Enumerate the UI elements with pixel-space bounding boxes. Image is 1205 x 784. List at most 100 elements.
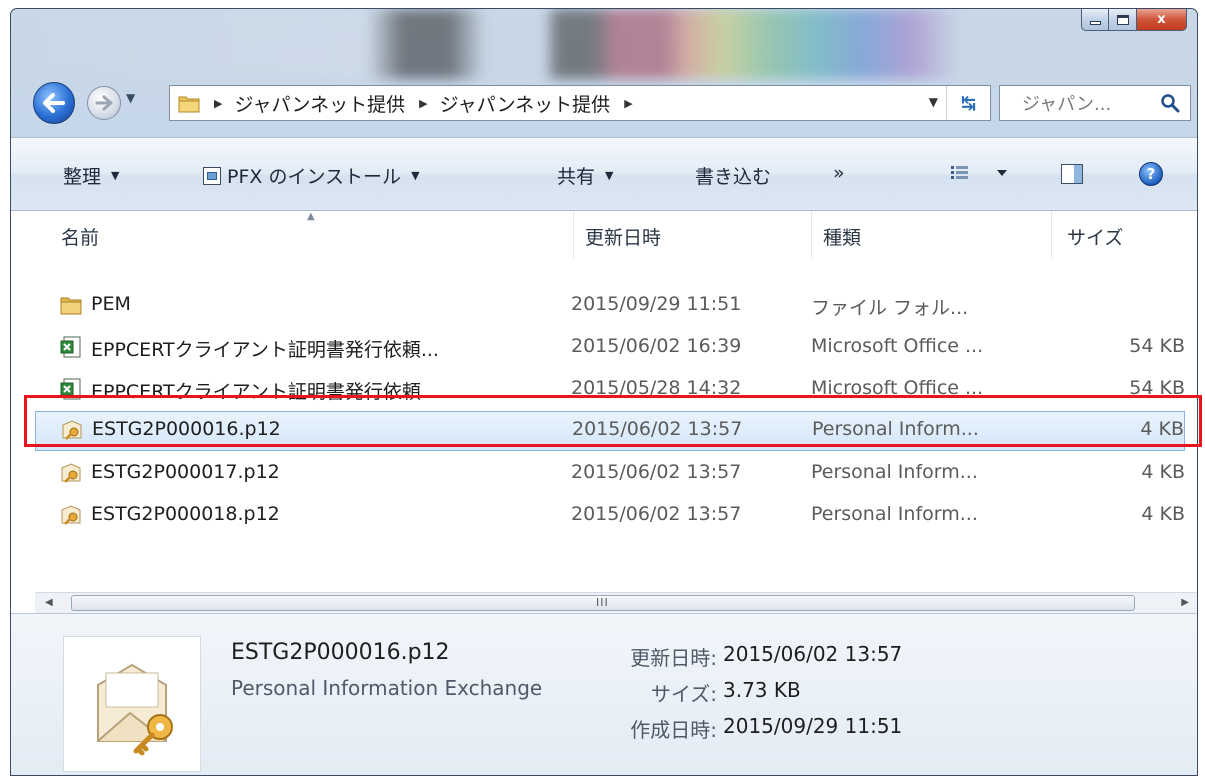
- search-placeholder: ジャパン...: [1022, 94, 1112, 115]
- folder-icon: [60, 297, 82, 315]
- certificate-icon: [61, 463, 81, 483]
- close-icon: x: [1157, 12, 1166, 27]
- share-button[interactable]: 共有 ▼: [557, 162, 613, 189]
- maximize-button[interactable]: [1109, 9, 1137, 31]
- file-type: Microsoft Office ...: [811, 377, 984, 399]
- file-name: EPPCERTクライアント証明書発行依頼...: [91, 381, 439, 403]
- excel-icon: [60, 336, 81, 358]
- chevron-down-icon: ▼: [111, 169, 120, 182]
- scroll-left-arrow-icon[interactable]: ◀: [45, 597, 53, 608]
- column-divider[interactable]: [573, 211, 574, 259]
- breadcrumb-separator[interactable]: ▶: [624, 97, 632, 110]
- burn-button[interactable]: 書き込む: [695, 162, 771, 189]
- file-modified: 2015/06/02 13:57: [571, 503, 742, 525]
- file-size: 4 KB: [1141, 461, 1185, 483]
- column-header-type[interactable]: 種類: [823, 223, 861, 250]
- search-icon[interactable]: [1160, 93, 1180, 113]
- list-item[interactable]: ESTG2P000018.p12 2015/06/02 13:57 Person…: [35, 497, 1185, 535]
- navigation-bar: ▼ ▶ ジャパンネット提供 ▶ ジャパンネット提供 ▶ ▼ ↹ ジャパン...: [11, 75, 1197, 124]
- refresh-icon: ↹: [960, 92, 977, 114]
- file-name: EPPCERTクライアント証明書発行依頼...: [91, 339, 439, 361]
- search-input[interactable]: ジャパン...: [999, 85, 1191, 121]
- horizontal-scrollbar[interactable]: ◀ III ▶: [35, 592, 1197, 614]
- file-modified: 2015/09/29 11:51: [571, 293, 742, 315]
- details-file-name: ESTG2P000016.p12: [231, 640, 450, 665]
- breadcrumb-separator[interactable]: ▶: [214, 97, 222, 110]
- scrollbar-thumb[interactable]: III: [71, 595, 1135, 611]
- file-modified: 2015/06/02 13:57: [572, 418, 743, 440]
- excel-icon: [60, 378, 81, 400]
- certificate-icon: [62, 420, 82, 440]
- file-modified: 2015/06/02 16:39: [571, 335, 742, 357]
- details-created-value: 2015/09/29 11:51: [723, 714, 903, 738]
- file-name: ESTG2P000016.p12: [92, 418, 281, 440]
- caption-buttons: x: [1081, 9, 1187, 31]
- file-name: ESTG2P000018.p12: [91, 503, 280, 525]
- scroll-right-arrow-icon[interactable]: ▶: [1181, 597, 1189, 608]
- file-modified: 2015/05/28 14:32: [571, 377, 742, 399]
- help-icon[interactable]: ?: [1139, 162, 1163, 186]
- more-commands-button[interactable]: »: [833, 162, 845, 184]
- close-button[interactable]: x: [1137, 9, 1187, 31]
- file-type: Personal Inform...: [811, 461, 978, 483]
- folder-icon: [178, 96, 200, 113]
- minimize-button[interactable]: [1081, 9, 1109, 31]
- details-file-type: Personal Information Exchange: [231, 676, 543, 700]
- forward-arrow-icon: [95, 95, 113, 111]
- file-size: 54 KB: [1129, 377, 1185, 399]
- details-size-label: サイズ:: [650, 682, 717, 706]
- file-name: ESTG2P000017.p12: [91, 461, 280, 483]
- file-size: 54 KB: [1129, 335, 1185, 357]
- sort-ascending-icon: ▲: [307, 211, 315, 222]
- install-pfx-button[interactable]: PFX のインストール ▼: [203, 162, 420, 189]
- chevron-down-icon: ▼: [411, 169, 420, 182]
- explorer-window: x ▼ ▶ ジャパンネット提供 ▶ ジャパンネット提供 ▶ ▼ ↹ ジャパン..…: [10, 8, 1198, 776]
- organize-label: 整理: [63, 166, 102, 188]
- column-header-modified[interactable]: 更新日時: [585, 223, 661, 250]
- chevron-down-icon: ▼: [605, 169, 614, 182]
- column-divider[interactable]: [811, 211, 812, 259]
- install-pfx-label: PFX のインストール: [227, 166, 402, 188]
- forward-button[interactable]: [87, 86, 121, 120]
- aero-title-area: [11, 9, 1197, 79]
- file-modified: 2015/06/02 13:57: [571, 461, 742, 483]
- file-size: 4 KB: [1141, 503, 1185, 525]
- details-size-value: 3.73 KB: [723, 678, 801, 702]
- list-item[interactable]: EPPCERTクライアント証明書発行依頼... 2015/05/28 14:32…: [35, 371, 1185, 409]
- back-arrow-icon: [43, 93, 65, 113]
- list-item[interactable]: PEM 2015/09/29 11:51 ファイル フォル...: [35, 287, 1185, 325]
- breadcrumb-item[interactable]: ジャパンネット提供: [234, 90, 405, 117]
- file-type: Personal Inform...: [811, 503, 978, 525]
- file-thumbnail: [63, 636, 201, 772]
- file-type: Microsoft Office ...: [811, 335, 984, 357]
- view-options-button[interactable]: [949, 164, 1013, 186]
- minimize-icon: [1089, 21, 1101, 25]
- column-divider[interactable]: [1051, 211, 1052, 259]
- breadcrumb-separator[interactable]: ▶: [419, 97, 427, 110]
- back-button[interactable]: [33, 82, 75, 124]
- details-created-label: 作成日時:: [630, 718, 717, 742]
- list-item-selected[interactable]: ESTG2P000016.p12 2015/06/02 13:57 Person…: [35, 411, 1185, 451]
- breadcrumb-item[interactable]: ジャパンネット提供: [440, 90, 611, 117]
- file-size: 4 KB: [1140, 418, 1184, 440]
- maximize-icon: [1116, 14, 1129, 25]
- details-modified-label: 更新日時:: [630, 646, 717, 670]
- refresh-button[interactable]: ↹: [946, 86, 990, 120]
- organize-button[interactable]: 整理 ▼: [63, 162, 119, 189]
- details-modified-value: 2015/06/02 13:57: [723, 642, 903, 666]
- list-item[interactable]: EPPCERTクライアント証明書発行依頼... 2015/06/02 16:39…: [35, 329, 1185, 367]
- address-bar[interactable]: ▶ ジャパンネット提供 ▶ ジャパンネット提供 ▶ ▼ ↹: [169, 85, 991, 121]
- file-name: PEM: [91, 293, 131, 315]
- burn-label: 書き込む: [695, 166, 772, 188]
- preview-pane-button[interactable]: [1061, 164, 1083, 184]
- command-bar: 整理 ▼ PFX のインストール ▼ 共有 ▼ 書き込む » ?: [11, 137, 1197, 211]
- details-pane: ESTG2P000016.p12 Personal Information Ex…: [11, 613, 1197, 775]
- share-label: 共有: [557, 166, 596, 188]
- column-headers: ▲ 名前 更新日時 種類 サイズ: [11, 211, 1197, 259]
- list-item[interactable]: ESTG2P000017.p12 2015/06/02 13:57 Person…: [35, 455, 1185, 493]
- column-header-name[interactable]: 名前: [61, 223, 99, 250]
- recent-pages-dropdown[interactable]: ▼: [126, 91, 135, 105]
- column-header-size[interactable]: サイズ: [1067, 223, 1123, 250]
- address-dropdown[interactable]: ▼: [929, 95, 938, 109]
- certificate-envelope-icon: [97, 663, 173, 756]
